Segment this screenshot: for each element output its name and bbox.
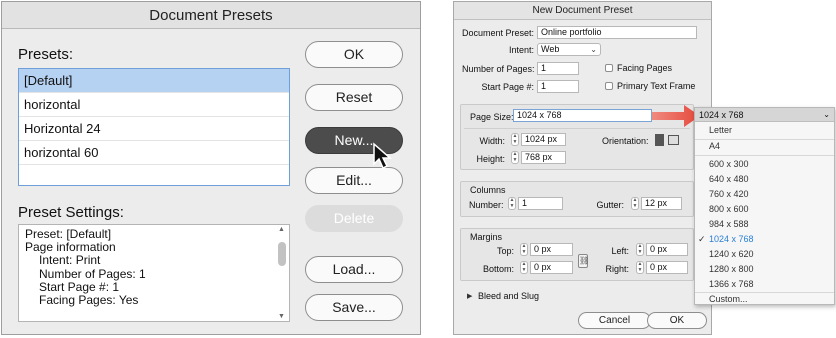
presets-label: Presets: bbox=[18, 46, 74, 63]
preset-item-horizontal-24[interactable]: Horizontal 24 bbox=[19, 117, 289, 141]
menu-item-1280x800[interactable]: 1280 x 800 bbox=[695, 261, 834, 277]
document-preset-label: Document Preset: bbox=[462, 28, 535, 38]
portrait-orientation-icon[interactable] bbox=[655, 134, 664, 146]
facing-pages-checkbox[interactable] bbox=[605, 64, 613, 72]
preset-item-horizontal-60[interactable]: horizontal 60 bbox=[19, 141, 289, 165]
menu-item-640x480[interactable]: 640 x 480 bbox=[695, 171, 834, 187]
facing-pages-label: Facing Pages bbox=[617, 63, 673, 73]
menu-item-760x420[interactable]: 760 x 420 bbox=[695, 186, 834, 202]
height-input[interactable]: 768 px bbox=[521, 151, 566, 164]
mouse-pointer-icon bbox=[373, 142, 392, 170]
disclosure-triangle-icon[interactable]: ▶ bbox=[467, 292, 472, 300]
presets-list[interactable]: [Default] horizontal Horizontal 24 horiz… bbox=[18, 68, 290, 186]
height-stepper[interactable]: ▲ ▼ bbox=[511, 151, 519, 164]
settings-line: Number of Pages: 1 bbox=[39, 266, 146, 281]
menu-item-1366x768[interactable]: 1366 x 768 bbox=[695, 276, 834, 292]
chain-link-icon[interactable]: ⛓ bbox=[578, 254, 589, 268]
page-size-input[interactable]: 1024 x 768 bbox=[513, 109, 652, 122]
settings-line: Intent: Print bbox=[39, 253, 101, 268]
load-button[interactable]: Load... bbox=[305, 256, 403, 283]
divider bbox=[464, 128, 690, 129]
start-page-input[interactable]: 1 bbox=[537, 80, 579, 93]
intent-label: Intent: bbox=[508, 45, 534, 55]
primary-text-frame-label: Primary Text Frame bbox=[617, 81, 696, 91]
menu-item-label: 1024 x 768 bbox=[709, 234, 754, 244]
cancel-button[interactable]: Cancel bbox=[578, 312, 651, 329]
menu-item-a4[interactable]: A4 bbox=[695, 138, 834, 154]
margin-top-stepper[interactable]: ▲ ▼ bbox=[520, 243, 528, 256]
margin-top-label: Top: bbox=[496, 246, 514, 256]
menu-item-letter[interactable]: Letter bbox=[695, 122, 834, 138]
margin-left-label: Left: bbox=[611, 246, 629, 256]
edit-button[interactable]: Edit... bbox=[305, 167, 403, 194]
gutter-input[interactable]: 12 px bbox=[641, 197, 682, 210]
checkmark-icon: ✓ bbox=[698, 234, 706, 244]
bleed-and-slug-toggle[interactable]: Bleed and Slug bbox=[478, 290, 539, 302]
menu-item-984x588[interactable]: 984 x 588 bbox=[695, 216, 834, 232]
height-label: Height: bbox=[476, 154, 505, 164]
delete-button: Delete bbox=[305, 205, 403, 232]
menu-current-value: 1024 x 768 bbox=[699, 110, 744, 120]
menu-item-custom[interactable]: Custom... bbox=[695, 291, 834, 307]
margin-top-input[interactable]: 0 px bbox=[530, 243, 573, 256]
start-page-label: Start Page #: bbox=[481, 82, 534, 92]
margin-left-stepper[interactable]: ▲ ▼ bbox=[636, 243, 644, 256]
chevron-updown-icon: ⌄ bbox=[590, 45, 597, 54]
preset-settings-label: Preset Settings: bbox=[18, 204, 124, 221]
width-input[interactable]: 1024 px bbox=[521, 133, 566, 146]
margin-left-input[interactable]: 0 px bbox=[646, 243, 688, 256]
settings-scrollbar[interactable]: ▲ ▼ bbox=[277, 226, 288, 320]
preset-settings-box[interactable]: Preset: [Default] Page information Inten… bbox=[18, 224, 290, 322]
column-number-stepper[interactable]: ▲ ▼ bbox=[508, 197, 516, 210]
scroll-down-icon[interactable]: ▼ bbox=[278, 313, 285, 320]
menu-item-1240x620[interactable]: 1240 x 620 bbox=[695, 246, 834, 262]
reset-button[interactable]: Reset bbox=[305, 84, 403, 111]
number-of-pages-input[interactable]: 1 bbox=[537, 62, 579, 75]
menu-item-800x600[interactable]: 800 x 600 bbox=[695, 201, 834, 217]
dialog-title: New Document Preset bbox=[454, 2, 711, 20]
menu-item-1024x768[interactable]: ✓ 1024 x 768 bbox=[695, 231, 834, 247]
margin-bottom-label: Bottom: bbox=[482, 264, 514, 274]
chevron-updown-icon: ⌄ bbox=[823, 110, 830, 119]
margin-bottom-input[interactable]: 0 px bbox=[530, 261, 573, 274]
page-size-menu[interactable]: 1024 x 768 ⌄ Letter A4 600 x 300 640 x 4… bbox=[694, 107, 835, 305]
gutter-stepper[interactable]: ▲ ▼ bbox=[631, 197, 639, 210]
document-preset-input[interactable]: Online portfolio bbox=[537, 26, 697, 39]
preset-item-horizontal[interactable]: horizontal bbox=[19, 93, 289, 117]
margin-right-input[interactable]: 0 px bbox=[646, 261, 688, 274]
margin-bottom-stepper[interactable]: ▲ ▼ bbox=[520, 261, 528, 274]
width-label: Width: bbox=[479, 136, 505, 146]
page-size-label: Page Size: bbox=[470, 112, 514, 122]
settings-line: Facing Pages: Yes bbox=[39, 293, 139, 308]
column-number-label: Number: bbox=[469, 200, 504, 210]
margin-right-label: Right: bbox=[605, 264, 629, 274]
ok-button[interactable]: OK bbox=[305, 41, 403, 68]
primary-text-frame-checkbox[interactable] bbox=[605, 82, 613, 90]
gutter-label: Gutter: bbox=[596, 200, 624, 210]
scroll-thumb[interactable] bbox=[278, 242, 286, 266]
landscape-orientation-icon[interactable] bbox=[668, 135, 679, 145]
intent-value: Web bbox=[541, 44, 560, 54]
document-presets-dialog: Document Presets Presets: [Default] hori… bbox=[1, 1, 421, 335]
columns-label: Columns bbox=[470, 185, 506, 195]
column-number-input[interactable]: 1 bbox=[518, 197, 563, 210]
intent-select[interactable]: Web ⌄ bbox=[537, 43, 601, 56]
menu-item-600x300[interactable]: 600 x 300 bbox=[695, 156, 834, 172]
margin-right-stepper[interactable]: ▲ ▼ bbox=[636, 261, 644, 274]
width-stepper[interactable]: ▲ ▼ bbox=[511, 133, 519, 146]
number-of-pages-label: Number of Pages: bbox=[462, 64, 535, 74]
ok-button[interactable]: OK bbox=[647, 312, 707, 329]
scroll-up-icon[interactable]: ▲ bbox=[278, 226, 285, 233]
save-button[interactable]: Save... bbox=[305, 294, 403, 321]
preset-item-default[interactable]: [Default] bbox=[19, 69, 289, 93]
margins-label: Margins bbox=[470, 232, 503, 242]
orientation-label: Orientation: bbox=[602, 136, 649, 146]
page-size-menu-header[interactable]: 1024 x 768 ⌄ bbox=[695, 108, 834, 122]
dialog-title: Document Presets bbox=[2, 2, 420, 29]
